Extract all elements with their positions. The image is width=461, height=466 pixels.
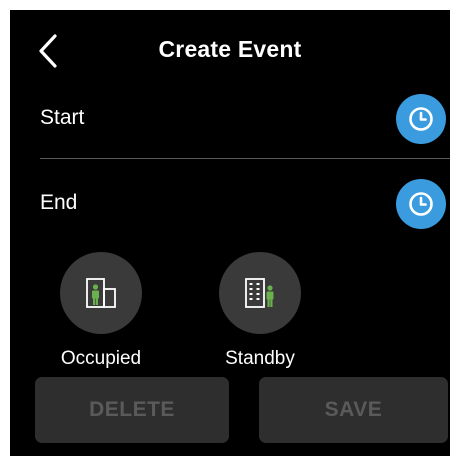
end-label: End [40,191,78,214]
mode-occupied[interactable]: Occupied [46,252,156,370]
mode-occupied-label: Occupied [60,348,142,369]
end-time-button[interactable] [396,179,446,229]
save-button[interactable]: SAVE [259,377,448,443]
delete-button[interactable]: DELETE [35,377,229,443]
end-row[interactable]: End [10,175,450,235]
occupied-building-icon [86,278,116,308]
start-label: Start [40,106,85,129]
create-event-screen: Create Event Start End Occupied Standby … [10,10,450,456]
mode-standby-label: Standby [225,348,295,369]
standby-building-icon [245,278,274,308]
header: Create Event [10,10,450,90]
start-time-button[interactable] [396,94,446,144]
clock-icon [409,192,433,216]
clock-icon [409,107,433,131]
mode-standby[interactable]: Standby [205,252,315,370]
start-row[interactable]: Start [10,90,450,150]
page-title: Create Event [158,36,302,62]
mode-standby-circle [219,252,301,334]
divider [40,158,450,159]
mode-occupied-circle [60,252,142,334]
